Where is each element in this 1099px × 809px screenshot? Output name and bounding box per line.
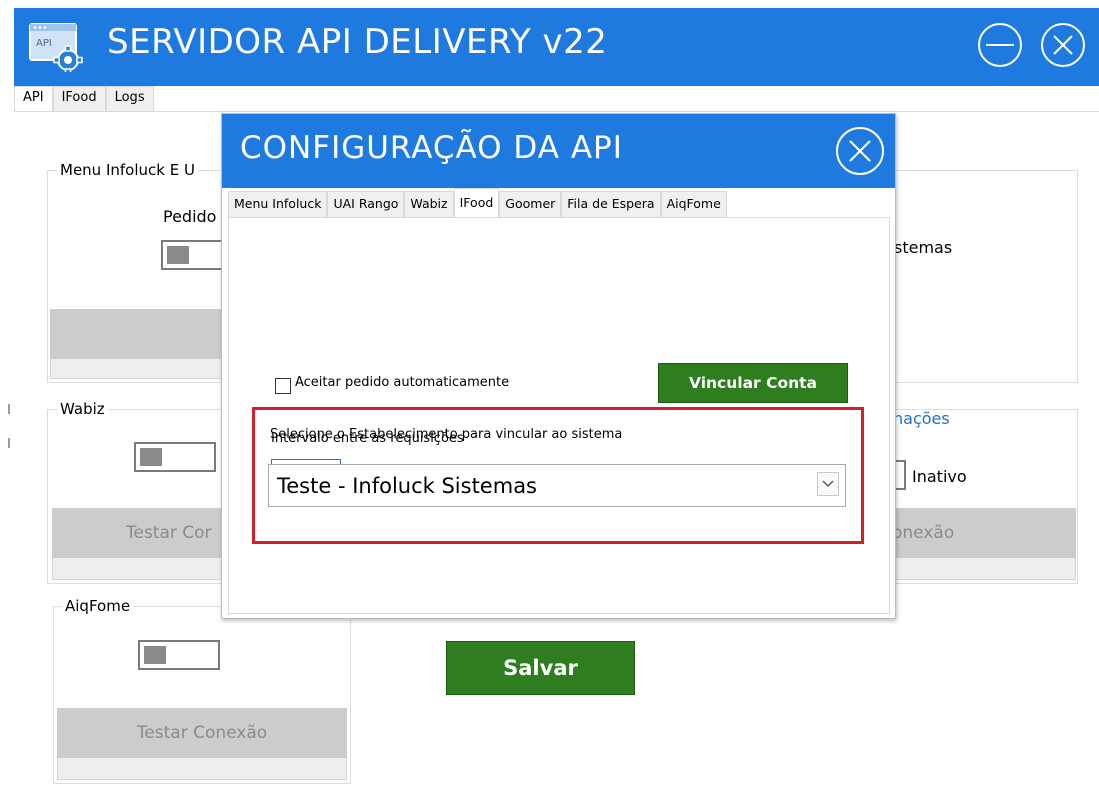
close-circle-icon[interactable] [834,125,886,177]
wabiz-status-strip [52,558,224,580]
window-title: SERVIDOR API DELIVERY v22 [107,22,608,62]
edge-marker [8,404,10,414]
save-button[interactable]: Salvar [446,641,635,695]
title-bar: API SERVIDOR API DELIVERY v22 [0,0,1099,86]
right-status-strip [884,558,1076,580]
inativo-label: Inativo [912,467,967,486]
status-toggle[interactable] [896,460,906,490]
main-tab-bar: API IFood Logs [14,86,154,112]
wabiz-test-button[interactable]: Testar Cor [52,508,224,558]
tab-wabiz[interactable]: Wabiz [404,191,454,217]
menu-infoluck-toggle[interactable] [161,240,227,270]
configuracoes-link[interactable]: nações [893,409,950,428]
pedido-label: Pedido [163,207,217,226]
api-config-dialog: CONFIGURAÇÃO DA API Menu Infoluck UAI Ra… [221,113,896,619]
sistemas-text: stemas [894,238,953,257]
tab-fila-de-espera[interactable]: Fila de Espera [561,191,661,217]
app-icon-label: API [36,38,52,49]
right-test-button[interactable]: onexão [884,508,1076,558]
link-account-button[interactable]: Vincular Conta [658,363,848,403]
tab-menu-infoluck[interactable]: Menu Infoluck [228,191,328,217]
menu-infoluck-test-button[interactable] [50,309,222,359]
tab-goomer[interactable]: Goomer [499,191,562,217]
group-right-top [880,170,1078,383]
aiqfome-status-strip [57,758,347,780]
app-window: API SERVIDOR API DELIVERY v22 API IFood … [0,0,1099,809]
tab-api[interactable]: API [14,86,53,112]
minimize-circle-icon[interactable] [977,22,1023,68]
api-gear-icon: API [29,23,83,72]
menu-infoluck-status-strip [50,359,222,379]
dialog-tab-bar: Menu Infoluck UAI Rango Wabiz IFood Goom… [228,188,727,217]
tab-ifood[interactable]: IFood [52,86,106,111]
group-aiqfome-title: AiqFome [62,597,134,615]
aiqfome-test-button[interactable]: Testar Conexão [57,708,347,758]
group-menu-infoluck-title: Menu Infoluck E U [57,161,198,179]
wabiz-toggle[interactable] [134,442,216,472]
aiqfome-toggle[interactable] [138,640,220,670]
tab-logs[interactable]: Logs [105,86,154,111]
group-wabiz-title: Wabiz [57,400,108,418]
close-circle-icon[interactable] [1040,22,1086,68]
chevron-down-icon[interactable] [817,472,839,496]
dialog-header: CONFIGURAÇÃO DA API [222,114,895,188]
establishment-select[interactable]: Teste - Infoluck Sistemas [268,464,846,507]
edge-marker [8,438,10,448]
tab-aiqfome[interactable]: AiqFome [660,191,727,217]
tab-ifood[interactable]: IFood [453,188,500,217]
establishment-label: Selecione o Estabelecimento para vincula… [270,427,623,442]
dialog-title: CONFIGURAÇÃO DA API [240,130,623,166]
establishment-selected-value: Teste - Infoluck Sistemas [277,474,537,498]
auto-accept-label: Aceitar pedido automaticamente [295,375,510,390]
auto-accept-checkbox[interactable] [275,378,291,394]
tab-uai-rango[interactable]: UAI Rango [327,191,405,217]
